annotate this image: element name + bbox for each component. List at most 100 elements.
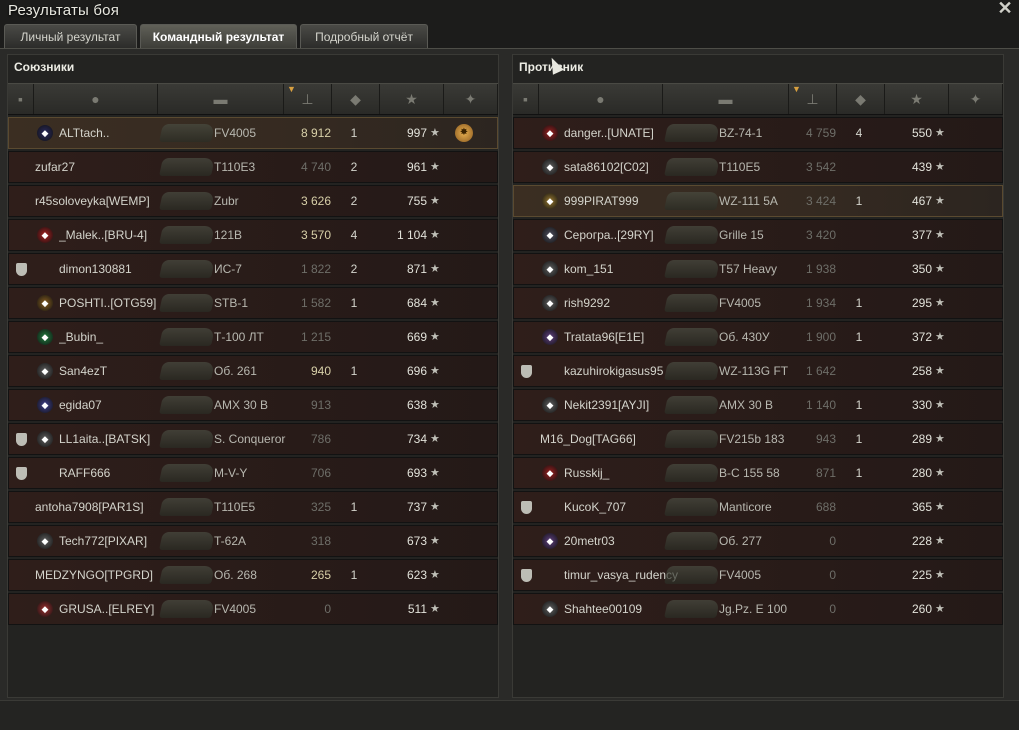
sort-player-header[interactable]: ● (539, 84, 663, 114)
sort-medal-header[interactable]: ✦ (949, 84, 1003, 114)
sort-kills-header[interactable]: ◆ (837, 84, 885, 114)
sort-xp-icon: ★ (910, 90, 923, 107)
player-row[interactable]: ◆ ALTtach.. FV4005 8 912 1 997 ★ ✸ (8, 117, 498, 149)
squad-cell (516, 424, 536, 454)
damage-value: 688 (815, 500, 836, 514)
player-row[interactable]: zufar27 T110E3 4 740 2 961 ★ (8, 151, 498, 183)
star-icon: ★ (430, 365, 440, 377)
player-row[interactable]: ◆ _Malek..[BRU-4] 121B 3 570 4 1 104 ★ (8, 219, 498, 251)
clan-emblem-cell: ◆ (538, 594, 562, 624)
medal-icon[interactable]: ✸ (455, 124, 473, 142)
player-row[interactable]: ◆ San4ezT Об. 261 940 1 696 ★ (8, 355, 498, 387)
player-row[interactable]: ◆ _Bubin_ Т-100 ЛТ 1 215 669 ★ (8, 321, 498, 353)
tank-silhouette-icon (664, 328, 720, 346)
shield-icon (15, 432, 27, 446)
player-row[interactable]: ◆ 20metr03 Об. 277 0 228 ★ (513, 525, 1003, 557)
tab-personal-result[interactable]: Личный результат (4, 24, 137, 48)
kills-value: 1 (855, 398, 863, 412)
squad-cell (11, 458, 31, 488)
squad-cell (11, 152, 31, 182)
player-row[interactable]: ◆ Shahtee00109 Jg.Pz. E 100 0 260 ★ (513, 593, 1003, 625)
player-row[interactable]: ◆ Tech772[PIXAR] T-62A 318 673 ★ (8, 525, 498, 557)
tank-silhouette-icon (664, 158, 720, 176)
tab-detailed-report[interactable]: Подробный отчёт (300, 24, 428, 48)
damage-value: 1 934 (805, 296, 836, 310)
tank-icon (159, 356, 215, 386)
player-row[interactable]: ◆ 999PIRAT999 WZ-111 5A 3 424 1 467 ★ (513, 185, 1003, 217)
shield-icon (520, 364, 532, 378)
player-row[interactable]: ◆ Tratata96[E1E] Об. 430У 1 900 1 372 ★ (513, 321, 1003, 353)
tank-icon (159, 594, 215, 624)
tank-silhouette-icon (664, 294, 720, 312)
xp-value: 755 (406, 194, 427, 208)
sort-squad-header[interactable]: ▪ (8, 84, 34, 114)
vehicle-name: Manticore (719, 500, 772, 514)
sort-medal-icon: ✦ (464, 90, 477, 107)
kills-value (849, 594, 869, 624)
vehicle-name: 121B (214, 228, 243, 242)
sort-squad-header[interactable]: ▪ (513, 84, 539, 114)
player-row[interactable]: ◆ kom_151 T57 Heavy 1 938 350 ★ (513, 253, 1003, 285)
squad-cell (516, 390, 536, 420)
kills-value: 1 (350, 296, 358, 310)
tank-icon (664, 118, 720, 148)
star-icon: ★ (935, 263, 945, 275)
player-row[interactable]: KucoK_707 Manticore 688 365 ★ (513, 491, 1003, 523)
clan-emblem-cell: ◆ (538, 220, 562, 250)
player-row[interactable]: ◆ GRUSA..[ELREY] FV4005 0 511 ★ (8, 593, 498, 625)
player-row[interactable]: ◆ Nekit2391[AYJI] AMX 30 B1 140 1 330 ★ (513, 389, 1003, 421)
player-row[interactable]: dimon130881 ИС-7 1 822 2 871 ★ (8, 253, 498, 285)
player-row[interactable]: ◆ danger..[UNATE] BZ-74-1 4 759 4 550 ★ (513, 117, 1003, 149)
player-row[interactable]: ◆ LL1aita..[BATSK] S. Conqueror 786 734 ★ (8, 423, 498, 455)
sort-vehicle-header[interactable]: ▬ (158, 84, 284, 114)
tab-team-result[interactable]: Командный результат (140, 24, 297, 48)
tank-icon (159, 560, 215, 590)
player-row[interactable]: ◆ egida07 AMX 30 B 913 638 ★ (8, 389, 498, 421)
sort-xp-header[interactable]: ★ (885, 84, 949, 114)
damage-value: 706 (310, 466, 331, 480)
xp-value: 638 (406, 398, 427, 412)
squad-cell (11, 288, 31, 318)
vehicle-name: ИС-7 (214, 262, 242, 276)
player-row[interactable]: ◆ rish9292 FV4005 1 934 1 295 ★ (513, 287, 1003, 319)
clan-emblem-cell: ◆ (33, 288, 57, 318)
star-icon: ★ (935, 161, 945, 173)
tank-silhouette-icon (664, 226, 720, 244)
vehicle-name: BZ-74-1 (719, 126, 763, 140)
player-row[interactable]: M16_Dog[TAG66] FV215b 183 943 1 289 ★ (513, 423, 1003, 455)
sort-damage-header[interactable]: ⊥ ▼ (284, 84, 332, 114)
player-row[interactable]: r45soloveyka[WEMP] Zubr 3 626 2 755 ★ (8, 185, 498, 217)
tank-silhouette-icon (159, 430, 215, 448)
clan-emblem-icon: ◆ (542, 261, 558, 277)
sort-xp-header[interactable]: ★ (380, 84, 444, 114)
player-row[interactable]: ◆ Серогра..[29RY] Grille 15 3 420 377 ★ (513, 219, 1003, 251)
player-row[interactable]: RAFF666 M-V-Y 706 693 ★ (8, 457, 498, 489)
sort-kills-header[interactable]: ◆ (332, 84, 380, 114)
tank-icon (159, 220, 215, 250)
player-row[interactable]: ◆ POSHTI..[OTG59] STB-1 1 582 1 684 ★ (8, 287, 498, 319)
close-icon[interactable]: ✕ (997, 0, 1013, 17)
tank-silhouette-icon (159, 362, 215, 380)
player-row[interactable]: ◆ Russkij_ B-C 155 58 871 1 280 ★ (513, 457, 1003, 489)
player-row[interactable]: timur_vasya_rudency FV4005 0 225 ★ (513, 559, 1003, 591)
squad-cell (11, 390, 31, 420)
player-row[interactable]: kazuhirokigasus95 WZ-113G FT 1 642 258 ★ (513, 355, 1003, 387)
sort-medal-header[interactable]: ✦ (444, 84, 498, 114)
player-row[interactable]: antoha7908[PAR1S] T110E5 325 1 737 ★ (8, 491, 498, 523)
damage-value: 913 (310, 398, 331, 412)
sort-damage-header[interactable]: ⊥ ▼ (789, 84, 837, 114)
player-row[interactable]: ◆ sata86102[C02] T110E5 3 542 439 ★ (513, 151, 1003, 183)
vehicle-name: AMX 30 B (719, 398, 774, 412)
xp-value: 997 (406, 126, 427, 140)
damage-value: 8 912 (300, 126, 331, 140)
sort-vehicle-header[interactable]: ▬ (663, 84, 789, 114)
vehicle-name: FV4005 (214, 126, 257, 140)
star-icon: ★ (430, 297, 440, 309)
sort-player-header[interactable]: ● (34, 84, 158, 114)
player-row[interactable]: MEDZYNGO[TPGRD] Об. 268 265 1 623 ★ (8, 559, 498, 591)
star-icon: ★ (935, 399, 945, 411)
star-icon: ★ (430, 603, 440, 615)
tank-silhouette-icon (664, 430, 720, 448)
kills-value: 1 (855, 466, 863, 480)
kills-value: 4 (855, 126, 863, 140)
